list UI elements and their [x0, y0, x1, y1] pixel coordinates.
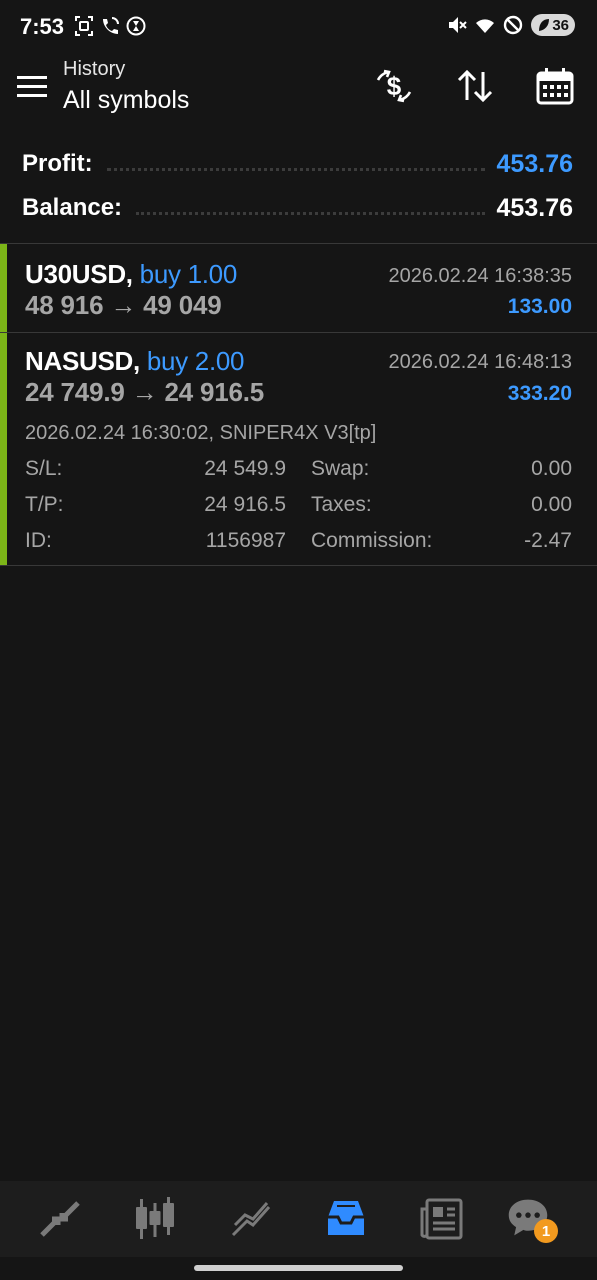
profit-indicator-bar [0, 333, 7, 565]
deal-close-time: 2026.02.24 16:48:13 [388, 351, 572, 373]
calendar-icon[interactable] [535, 66, 575, 106]
news-icon[interactable] [418, 1195, 466, 1243]
mute-icon [449, 17, 467, 33]
trade-icon[interactable] [227, 1195, 275, 1243]
deal-action: buy 2.00 [146, 346, 245, 376]
id-label: ID: [25, 529, 52, 552]
header-subtitle: History [63, 58, 126, 80]
hourglass-icon [126, 16, 146, 36]
deal-profit: 333.20 [507, 382, 572, 405]
do-not-disturb-icon [503, 15, 523, 35]
deal-close-time: 2026.02.24 16:38:35 [388, 265, 572, 287]
home-indicator[interactable] [194, 1265, 403, 1271]
leaf-icon [539, 19, 550, 31]
tp-label: T/P: [25, 493, 64, 516]
battery-icon: 36 [531, 14, 575, 36]
currency-exchange-icon[interactable]: $ [374, 66, 414, 106]
header-title[interactable]: All symbols [63, 86, 189, 115]
menu-icon[interactable] [16, 74, 48, 98]
taxes-label: Taxes: [311, 493, 372, 516]
sl-label: S/L: [25, 457, 63, 480]
profit-indicator-bar [0, 244, 7, 332]
quotes-icon[interactable] [36, 1195, 84, 1243]
detail-row-tp-taxes: T/P: 24 916.5 Taxes: 0.00 [25, 493, 572, 521]
bottom-navigation: 1 [0, 1181, 597, 1257]
messages-nav-item[interactable]: 1 [506, 1195, 558, 1243]
messages-badge: 1 [534, 1219, 558, 1243]
balance-value: 453.76 [496, 193, 573, 222]
chart-icon[interactable] [131, 1195, 179, 1243]
history-icon[interactable] [322, 1195, 370, 1243]
swap-value: 0.00 [531, 457, 572, 480]
deal-prices: 24 749.9 → 24 916.5 [25, 377, 265, 407]
deal-open-info: 2026.02.24 16:30:02, SNIPER4X V3[tp] [25, 422, 377, 444]
deal-action: buy 1.00 [139, 259, 238, 289]
deal-profit: 133.00 [507, 295, 572, 318]
deal-item[interactable]: U30USD, buy 1.00 48 916 → 49 049 2026.02… [0, 244, 597, 332]
status-time: 7:53 [20, 14, 65, 39]
balance-label: Balance: [22, 194, 123, 221]
screen-record-icon [75, 16, 93, 36]
tp-value: 24 916.5 [204, 493, 286, 516]
swap-label: Swap: [311, 457, 370, 480]
profit-row: Profit: 453.76 [22, 147, 573, 181]
taxes-value: 0.00 [531, 493, 572, 516]
status-left-icons [74, 15, 146, 37]
balance-row: Balance: 453.76 [22, 191, 573, 225]
sort-icon[interactable] [455, 66, 495, 106]
deal-symbol-line: U30USD, buy 1.00 [25, 259, 237, 290]
deal-prices: 48 916 → 49 049 [25, 290, 222, 320]
deal-symbol-line: NASUSD, buy 2.00 [25, 346, 245, 377]
detail-row-sl-swap: S/L: 24 549.9 Swap: 0.00 [25, 457, 572, 485]
sl-value: 24 549.9 [204, 457, 286, 480]
deal-symbol: NASUSD, [25, 346, 140, 376]
status-right-icons: 36 [447, 14, 575, 36]
id-value: 1156987 [205, 529, 286, 552]
detail-row-id-commission: ID: 1156987 Commission: -2.47 [25, 529, 572, 557]
commission-label: Commission: [311, 529, 433, 552]
status-bar: 7:53 36 [0, 0, 597, 56]
dotted-leader [136, 207, 485, 215]
battery-level: 36 [552, 16, 569, 34]
dotted-leader [106, 163, 485, 171]
deal-item-expanded[interactable]: NASUSD, buy 2.00 24 749.9 → 24 916.5 202… [0, 333, 597, 565]
wifi-icon [476, 19, 494, 33]
commission-value: -2.47 [524, 529, 572, 552]
app-header: History All symbols $ [0, 56, 597, 128]
deal-symbol: U30USD, [25, 259, 133, 289]
profit-label: Profit: [22, 150, 93, 177]
divider [0, 565, 597, 566]
wifi-calling-icon [103, 17, 119, 34]
profit-value: 453.76 [496, 149, 573, 178]
